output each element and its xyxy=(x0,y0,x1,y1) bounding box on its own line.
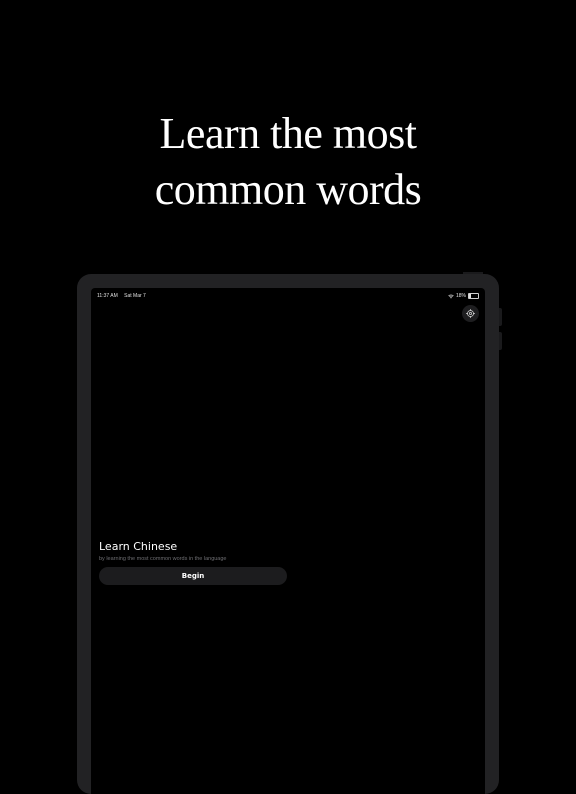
marketing-headline: Learn the most common words xyxy=(0,106,576,218)
page-title: Learn Chinese xyxy=(99,540,178,553)
welcome-panel: Learn Chinese by learning the most commo… xyxy=(99,540,289,585)
app-screen: 11:37 AM Sat Mar 7 18% Learn Chinese by … xyxy=(91,288,485,794)
gear-icon xyxy=(466,309,475,318)
status-time: 11:37 AM xyxy=(97,293,118,299)
headline-line-1: Learn the most xyxy=(159,109,417,158)
wifi-icon xyxy=(448,294,454,298)
battery-icon xyxy=(468,293,479,299)
status-right: 18% xyxy=(448,291,479,301)
battery-level-fill xyxy=(469,294,471,298)
device-volume-down-button xyxy=(499,332,502,350)
status-bar: 11:37 AM Sat Mar 7 18% xyxy=(97,291,479,301)
begin-button[interactable]: Begin xyxy=(99,567,287,585)
device-volume-up-button xyxy=(499,308,502,326)
battery-percentage: 18% xyxy=(455,293,466,299)
tablet-frame: 11:37 AM Sat Mar 7 18% Learn Chinese by … xyxy=(77,272,502,794)
device-top-button xyxy=(463,272,483,274)
status-left: 11:37 AM Sat Mar 7 xyxy=(97,291,151,301)
status-date: Sat Mar 7 xyxy=(124,293,146,299)
page-subtitle: by learning the most common words in the… xyxy=(99,556,227,562)
settings-button[interactable] xyxy=(462,305,479,322)
headline-line-2: common words xyxy=(154,165,422,214)
